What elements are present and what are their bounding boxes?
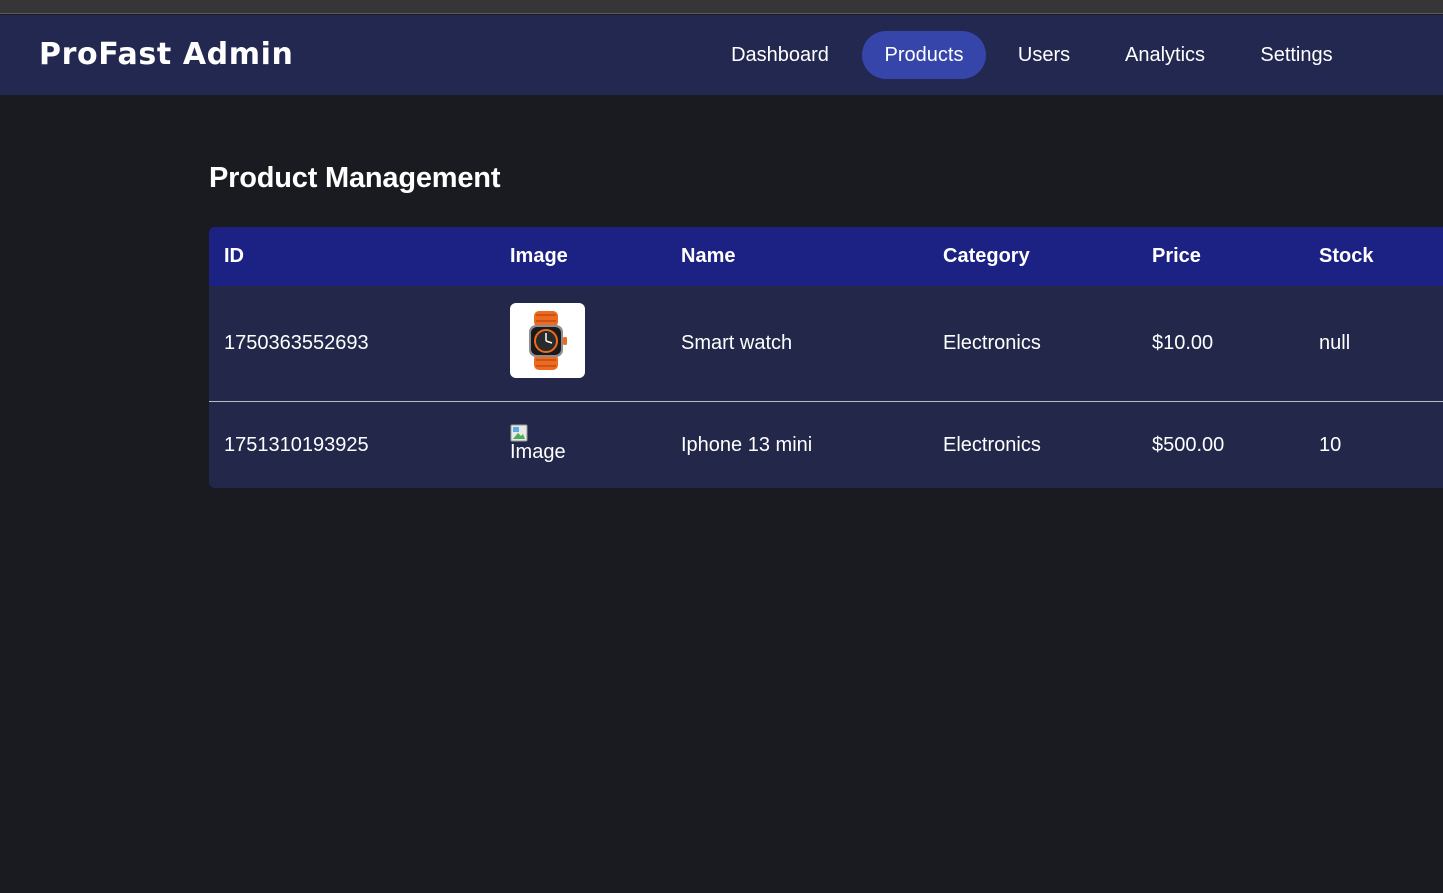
cell-category: Electronics	[943, 332, 1041, 354]
browser-top-strip	[0, 0, 1443, 14]
cell-stock: null	[1319, 332, 1351, 354]
nav-settings[interactable]: Settings	[1244, 31, 1349, 79]
top-navbar: ProFast Admin Dashboard Products Users A…	[0, 15, 1443, 95]
table-row[interactable]: 1750363552693 Smart watch Electronics $1…	[209, 286, 1443, 402]
cell-price: $500.00	[1152, 434, 1225, 456]
cell-category: Electronics	[943, 434, 1041, 456]
cell-name: Iphone 13 mini	[681, 434, 813, 456]
page-title: Product Management	[209, 162, 501, 194]
broken-image-icon	[510, 424, 528, 442]
cell-id: 1751310193925	[224, 434, 369, 456]
column-header-stock: Stock	[1319, 245, 1374, 267]
nav-products[interactable]: Products	[862, 31, 986, 79]
nav-dashboard[interactable]: Dashboard	[709, 31, 851, 79]
column-header-name: Name	[681, 245, 736, 267]
column-header-image: Image	[510, 245, 568, 267]
nav-analytics[interactable]: Analytics	[1108, 31, 1222, 79]
brand-logo[interactable]: ProFast Admin	[39, 37, 293, 73]
smartwatch-icon	[529, 311, 567, 370]
column-header-price: Price	[1152, 245, 1201, 267]
table-row[interactable]: 1751310193925 Image Iphone 13 mini Elect…	[209, 402, 1443, 488]
cell-stock: 10	[1319, 434, 1342, 456]
products-table: ID Image Name Category Price Stock 17503…	[209, 227, 1443, 488]
cell-price: $10.00	[1152, 332, 1214, 354]
broken-image: Image	[510, 424, 590, 462]
column-header-category: Category	[943, 245, 1030, 267]
column-header-id: ID	[224, 245, 244, 267]
cell-name: Smart watch	[681, 332, 793, 354]
table-header: ID Image Name Category Price Stock	[209, 227, 1443, 286]
nav-users[interactable]: Users	[1000, 31, 1088, 79]
broken-image-alt: Image	[510, 441, 566, 463]
cell-id: 1750363552693	[224, 332, 369, 354]
product-thumbnail	[510, 303, 585, 378]
